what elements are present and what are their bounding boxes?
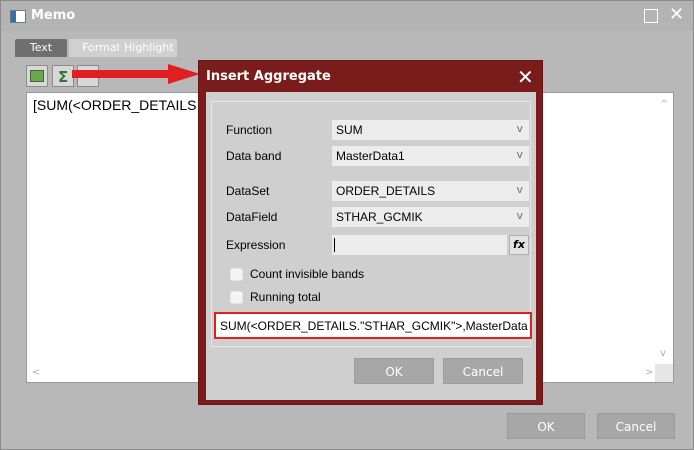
- close-icon[interactable]: ✕: [669, 5, 684, 25]
- scroll-up-icon[interactable]: ^: [660, 99, 668, 110]
- dialog-close-icon[interactable]: ✕: [517, 65, 534, 89]
- datafield-value: STHAR_GCMIK: [336, 210, 423, 224]
- expression-input[interactable]: [332, 235, 507, 255]
- tab-highlight[interactable]: Highlight: [119, 39, 177, 57]
- memo-editor-text: [SUM(<ORDER_DETAILS: [33, 97, 197, 113]
- dataset-label: DataSet: [226, 184, 270, 198]
- expression-editor-button[interactable]: fx: [509, 235, 529, 255]
- memo-ok-button[interactable]: OK: [507, 413, 585, 439]
- count-invisible-bands-checkbox[interactable]: [230, 268, 243, 281]
- memo-window-icon: [10, 10, 26, 23]
- memo-title: Memo: [31, 8, 76, 23]
- running-total-label: Running total: [250, 290, 321, 304]
- insert-field-icon: [30, 70, 44, 82]
- dialog-titlebar[interactable]: Insert Aggregate ✕: [199, 61, 542, 91]
- insert-field-button[interactable]: [26, 65, 48, 87]
- dataset-select[interactable]: ORDER_DETAILS v: [332, 181, 529, 201]
- data-band-select[interactable]: MasterData1 v: [332, 146, 529, 166]
- aggregate-result-field[interactable]: SUM(<ORDER_DETAILS."STHAR_GCMIK">,Master…: [214, 312, 532, 339]
- insert-aggregate-button[interactable]: Σ: [52, 65, 74, 87]
- data-band-label: Data band: [226, 149, 282, 163]
- chevron-down-icon: v: [516, 148, 523, 161]
- dataset-value: ORDER_DETAILS: [336, 184, 436, 198]
- dialog-cancel-button[interactable]: Cancel: [443, 358, 523, 384]
- tab-text[interactable]: Text: [15, 39, 67, 57]
- function-value: SUM: [336, 123, 363, 137]
- memo-cancel-button[interactable]: Cancel: [597, 413, 675, 439]
- running-total-checkbox[interactable]: [230, 291, 243, 304]
- dialog-title: Insert Aggregate: [206, 69, 331, 84]
- memo-titlebar[interactable]: Memo ✕: [1, 1, 693, 31]
- insert-aggregate-dialog: Insert Aggregate ✕ Function SUM v Data b…: [198, 60, 543, 405]
- vertical-scrollbar[interactable]: ^ v: [655, 93, 673, 366]
- function-label: Function: [226, 123, 273, 137]
- annotation-arrow: [72, 64, 200, 84]
- scroll-left-icon[interactable]: <: [32, 367, 40, 378]
- aggregate-result-text: SUM(<ORDER_DETAILS."STHAR_GCMIK">,Master…: [220, 319, 528, 333]
- function-select[interactable]: SUM v: [332, 120, 529, 140]
- sigma-icon: Σ: [58, 68, 69, 86]
- dialog-ok-button[interactable]: OK: [354, 358, 434, 384]
- fx-icon: fx: [513, 238, 525, 251]
- datafield-select[interactable]: STHAR_GCMIK v: [332, 207, 529, 227]
- chevron-down-icon: v: [516, 183, 523, 196]
- scroll-corner: [655, 364, 673, 382]
- datafield-label: DataField: [226, 210, 278, 224]
- data-band-value: MasterData1: [336, 149, 405, 163]
- chevron-down-icon: v: [516, 122, 523, 135]
- dialog-panel: Function SUM v Data band MasterData1 v D…: [211, 101, 531, 347]
- scroll-down-icon[interactable]: v: [660, 348, 666, 359]
- text-caret: [334, 238, 335, 252]
- dialog-body: Function SUM v Data band MasterData1 v D…: [206, 92, 536, 400]
- scroll-right-icon[interactable]: >: [645, 367, 653, 378]
- expression-label: Expression: [226, 238, 286, 252]
- maximize-icon[interactable]: [644, 9, 658, 23]
- count-invisible-bands-label: Count invisible bands: [250, 267, 365, 281]
- chevron-down-icon: v: [516, 209, 523, 222]
